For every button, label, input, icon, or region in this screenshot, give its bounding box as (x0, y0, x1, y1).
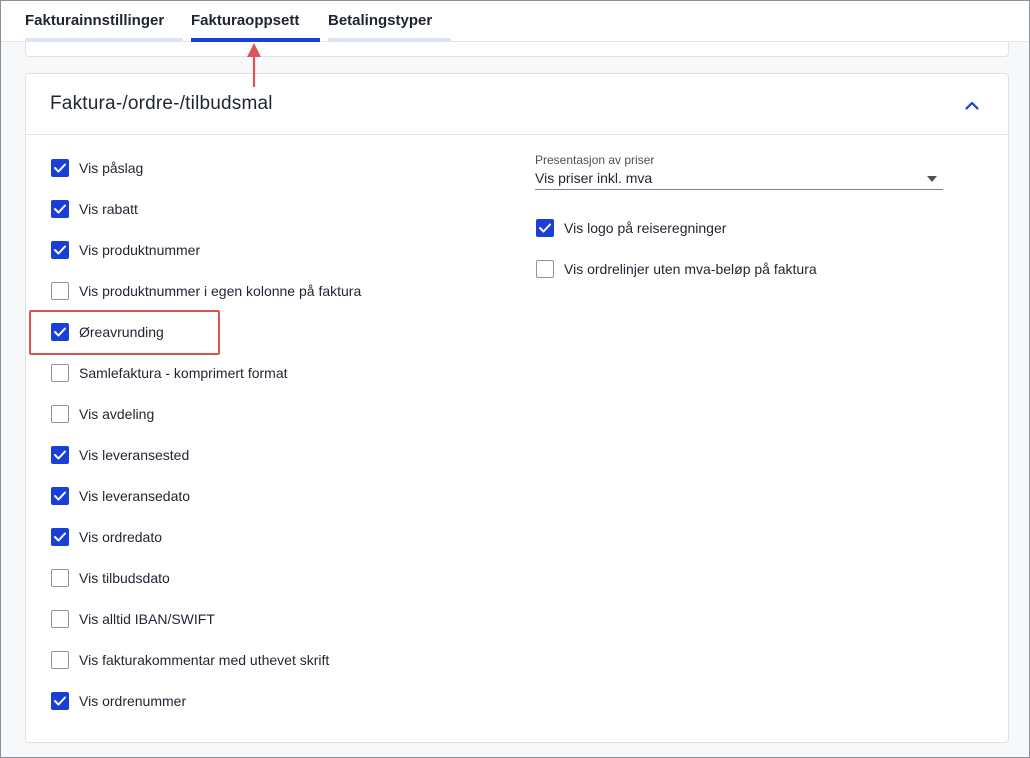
checkbox-row[interactable]: Vis rabatt (51, 197, 138, 221)
tab-fakturaoppsett[interactable]: Fakturaoppsett (191, 1, 320, 42)
app-frame: Fakturainnstillinger Fakturaoppsett Beta… (0, 0, 1030, 758)
checkbox-row[interactable]: Vis tilbudsdato (51, 566, 170, 590)
checkbox-row[interactable]: Vis ordredato (51, 525, 162, 549)
checkbox-label: Vis påslag (79, 160, 144, 176)
check-icon (54, 327, 66, 337)
tab-bar: Fakturainnstillinger Fakturaoppsett Beta… (1, 1, 1029, 42)
checkbox-row[interactable]: Vis logo på reiseregninger (536, 216, 726, 240)
checkbox-row[interactable]: Øreavrunding (51, 320, 164, 344)
checkbox-row[interactable]: Vis leveransested (51, 443, 189, 467)
checkbox-checked[interactable] (51, 528, 69, 546)
select-label: Presentasjon av priser (535, 153, 655, 167)
caret-down-icon (927, 176, 937, 182)
tab-betalingstyper[interactable]: Betalingstyper (328, 1, 451, 42)
checkbox-label: Vis fakturakommentar med uthevet skrift (79, 652, 330, 668)
select-underline (535, 189, 943, 190)
checkbox-checked[interactable] (536, 219, 554, 237)
tab-label: Betalingstyper (328, 12, 433, 29)
checkbox-checked[interactable] (51, 241, 69, 259)
checkbox-label: Vis produktnummer i egen kolonne på fakt… (79, 283, 362, 299)
checkbox-checked[interactable] (51, 487, 69, 505)
check-icon (54, 532, 66, 542)
chevron-up-icon[interactable] (960, 94, 984, 118)
checkbox-row[interactable]: Vis produktnummer (51, 238, 200, 262)
tab-fakturainnstillinger[interactable]: Fakturainnstillinger (25, 1, 183, 42)
tab-label: Fakturainnstillinger (25, 12, 165, 29)
checkbox-unchecked[interactable] (51, 569, 69, 587)
checkbox-label: Vis logo på reiseregninger (564, 220, 727, 236)
checkbox-row[interactable]: Vis alltid IBAN/SWIFT (51, 607, 215, 631)
check-icon (54, 491, 66, 501)
checkbox-checked[interactable] (51, 446, 69, 464)
check-icon (54, 163, 66, 173)
tab-label: Fakturaoppsett (191, 12, 300, 29)
checkbox-checked[interactable] (51, 200, 69, 218)
checkbox-row[interactable]: Vis ordrelinjer uten mva-beløp på faktur… (536, 257, 817, 281)
checkbox-label: Vis produktnummer (79, 242, 201, 258)
arrow-up-icon (247, 43, 261, 87)
checkbox-unchecked[interactable] (51, 282, 69, 300)
checkbox-label: Vis alltid IBAN/SWIFT (79, 611, 215, 627)
checkbox-label: Vis rabatt (79, 201, 138, 217)
select-value: Vis priser inkl. mva (535, 170, 653, 186)
price-presentation-select[interactable]: Presentasjon av priser Vis priser inkl. … (535, 153, 943, 190)
previous-card-bottom (25, 42, 1009, 57)
checkbox-label: Samlefaktura - komprimert format (79, 365, 288, 381)
checkbox-label: Vis ordredato (79, 529, 163, 545)
card-header: Faktura-/ordre-/tilbudsmal (26, 74, 1008, 135)
checkbox-row[interactable]: Vis avdeling (51, 402, 154, 426)
checkbox-row[interactable]: Vis produktnummer i egen kolonne på fakt… (51, 279, 361, 303)
checkbox-unchecked[interactable] (536, 260, 554, 278)
checkbox-label: Vis ordrelinjer uten mva-beløp på faktur… (564, 261, 817, 277)
checkbox-label: Vis tilbudsdato (79, 570, 170, 586)
checkbox-unchecked[interactable] (51, 364, 69, 382)
checkbox-checked[interactable] (51, 323, 69, 341)
check-icon (539, 223, 551, 233)
checkbox-row[interactable]: Vis ordrenummer (51, 689, 186, 713)
checkbox-row[interactable]: Samlefaktura - komprimert format (51, 361, 288, 385)
checkbox-label: Vis leveransested (79, 447, 190, 463)
checkbox-label: Vis ordrenummer (79, 693, 187, 709)
checkbox-row[interactable]: Vis leveransedato (51, 484, 190, 508)
checkbox-unchecked[interactable] (51, 651, 69, 669)
card-title: Faktura-/ordre-/tilbudsmal (50, 93, 273, 114)
checkbox-row[interactable]: Vis påslag (51, 156, 143, 180)
checkbox-unchecked[interactable] (51, 405, 69, 423)
check-icon (54, 450, 66, 460)
checkbox-label: Øreavrunding (79, 324, 164, 340)
check-icon (54, 696, 66, 706)
checkbox-label: Vis leveransedato (79, 488, 191, 504)
checkbox-label: Vis avdeling (79, 406, 155, 422)
checkbox-unchecked[interactable] (51, 610, 69, 628)
checkbox-checked[interactable] (51, 692, 69, 710)
checkbox-row[interactable]: Vis fakturakommentar med uthevet skrift (51, 648, 329, 672)
check-icon (54, 204, 66, 214)
checkbox-checked[interactable] (51, 159, 69, 177)
check-icon (54, 245, 66, 255)
